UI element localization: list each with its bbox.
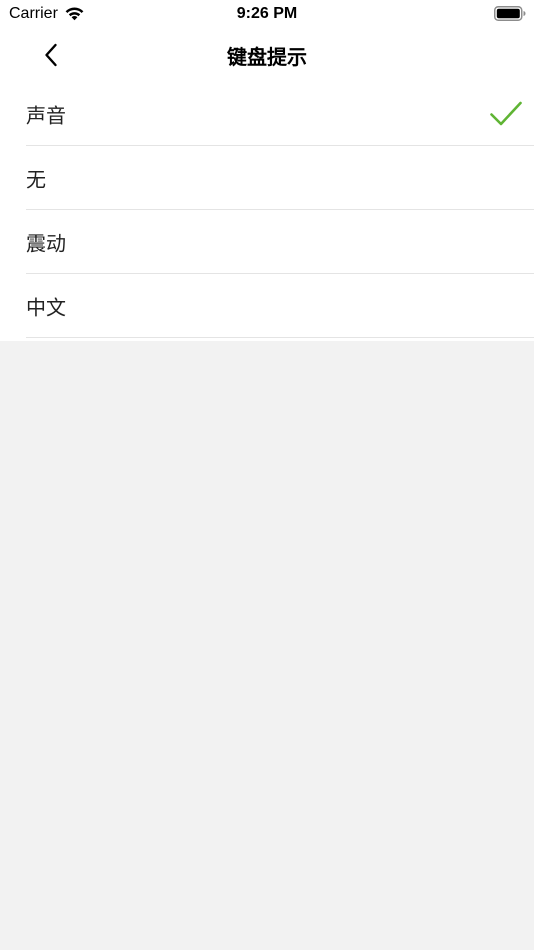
status-bar: Carrier 9:26 PM: [0, 0, 534, 28]
keyboard-hint-option-list: 声音 无 震动 中文: [0, 82, 534, 338]
option-label: 声音: [26, 103, 66, 128]
option-row-chinese[interactable]: 中文: [0, 274, 534, 338]
option-label: 震动: [26, 231, 66, 256]
option-label: 中文: [26, 295, 66, 320]
clock-time: 9:26 PM: [236, 5, 298, 22]
option-row-sound[interactable]: 声音: [0, 82, 534, 146]
navigation-bar: 键盘提示: [0, 28, 534, 82]
row-divider: [26, 337, 534, 338]
option-row-none[interactable]: 无: [0, 146, 534, 210]
battery-icon: [494, 6, 526, 21]
option-label: 无: [26, 167, 46, 192]
page-title: 键盘提示: [227, 45, 307, 69]
content-surface: Carrier 9:26 PM 键盘提示 声音 无 震动 中文: [0, 0, 534, 341]
checkmark-icon: [489, 100, 523, 128]
option-row-vibration[interactable]: 震动: [0, 210, 534, 274]
